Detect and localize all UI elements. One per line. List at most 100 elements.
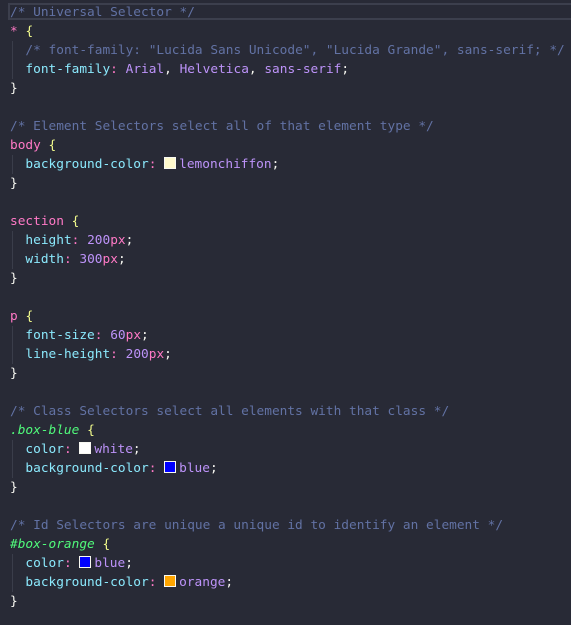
code-line: line-height: 200px; — [10, 345, 172, 364]
code-line: background-color: blue; — [10, 459, 218, 478]
code-line: width: 300px; — [10, 250, 126, 269]
code-line: font-size: 60px; — [10, 326, 149, 345]
code-line: /* font-family: "Lucida Sans Unicode", "… — [10, 41, 565, 60]
close-brace: } — [10, 594, 18, 609]
unit: px — [102, 252, 118, 267]
color-swatch-icon[interactable] — [164, 461, 177, 473]
element-selector: section — [10, 214, 64, 229]
code-comment: /* Universal Selector */ — [10, 5, 195, 20]
punctuation: ; — [125, 556, 133, 571]
universal-selector: * — [10, 24, 18, 39]
css-value: orange — [179, 575, 226, 590]
code-line: height: 200px; — [10, 231, 133, 250]
open-brace: { — [102, 537, 111, 552]
punctuation: , — [164, 62, 180, 77]
color-swatch-icon[interactable] — [164, 157, 177, 169]
code-line: section { — [10, 212, 79, 231]
code-line: } — [10, 592, 18, 611]
close-brace: } — [10, 176, 18, 191]
close-brace: } — [10, 271, 18, 286]
punctuation: ; — [125, 233, 134, 248]
punctuation: ; — [141, 328, 149, 343]
code-line: /* Id Selectors are unique a unique id t… — [10, 516, 503, 535]
unit: px — [125, 328, 142, 343]
punctuation: ; — [341, 62, 350, 77]
code-line: .box-blue { — [10, 421, 95, 440]
color-swatch-icon[interactable] — [79, 442, 92, 454]
close-brace: } — [10, 480, 18, 495]
colon: : — [63, 442, 72, 457]
css-property: color — [25, 556, 64, 571]
open-brace: { — [25, 24, 34, 39]
css-value: Arial — [125, 62, 165, 77]
css-property: background-color — [25, 461, 149, 476]
colon: : — [63, 252, 72, 267]
css-value: white — [94, 442, 133, 457]
indent-guide — [12, 155, 13, 174]
close-brace: } — [10, 366, 18, 381]
code-line: /* Universal Selector */ — [10, 3, 195, 22]
punctuation: ; — [132, 442, 141, 457]
unit: px — [110, 233, 126, 248]
css-property: background-color — [25, 157, 149, 172]
css-property: color — [25, 442, 64, 457]
colon: : — [63, 556, 72, 571]
colon: : — [110, 62, 118, 77]
color-swatch-icon[interactable] — [79, 556, 92, 568]
indent-guide — [12, 554, 13, 592]
open-brace: { — [71, 214, 80, 229]
code-line: } — [10, 364, 18, 383]
element-selector: body — [10, 138, 41, 153]
code-editor[interactable]: /* Universal Selector */ * { /* font-fami… — [0, 0, 571, 625]
punctuation: ; — [271, 157, 280, 172]
indent-guide — [12, 326, 13, 364]
code-line: } — [10, 79, 18, 98]
code-line: background-color: orange; — [10, 573, 233, 592]
code-line: #box-orange { — [10, 535, 110, 554]
css-value: lemonchiffon — [179, 157, 272, 172]
css-value: sans-serif — [264, 62, 342, 77]
punctuation: , — [248, 62, 265, 77]
number: 200 — [125, 347, 149, 362]
css-value: Helvetica — [179, 62, 249, 77]
indent-guide — [12, 41, 13, 79]
punctuation: ; — [225, 575, 234, 590]
code-comment: /* font-family: "Lucida Sans Unicode", "… — [25, 43, 565, 58]
close-brace: } — [10, 81, 18, 96]
number: 300 — [79, 252, 103, 267]
css-property: line-height — [25, 347, 111, 362]
code-comment: /* Id Selectors are unique a unique id t… — [10, 518, 504, 533]
css-property: font-size — [25, 328, 95, 343]
colon: : — [110, 347, 118, 362]
indent-guide — [12, 231, 13, 269]
css-value: blue — [94, 556, 126, 571]
code-line: color: white; — [10, 440, 141, 459]
code-line: color: blue; — [10, 554, 133, 573]
css-value: blue — [179, 461, 210, 476]
unit: px — [148, 347, 165, 362]
id-selector: #box-orange — [10, 537, 95, 552]
code-line: font-family: Arial, Helvetica, sans-seri… — [10, 60, 349, 79]
punctuation: ; — [117, 252, 126, 267]
element-selector: p — [10, 309, 18, 324]
class-selector: .box-blue — [10, 423, 80, 438]
punctuation: ; — [164, 347, 172, 362]
css-property: height — [25, 233, 72, 248]
code-line: /* Element Selectors select all of that … — [10, 117, 434, 136]
css-property: width — [25, 252, 64, 267]
open-brace: { — [48, 138, 57, 153]
color-swatch-icon[interactable] — [164, 575, 177, 587]
css-property: background-color — [25, 575, 149, 590]
code-line: /* Class Selectors select all elements w… — [10, 402, 449, 421]
open-brace: { — [87, 423, 95, 438]
